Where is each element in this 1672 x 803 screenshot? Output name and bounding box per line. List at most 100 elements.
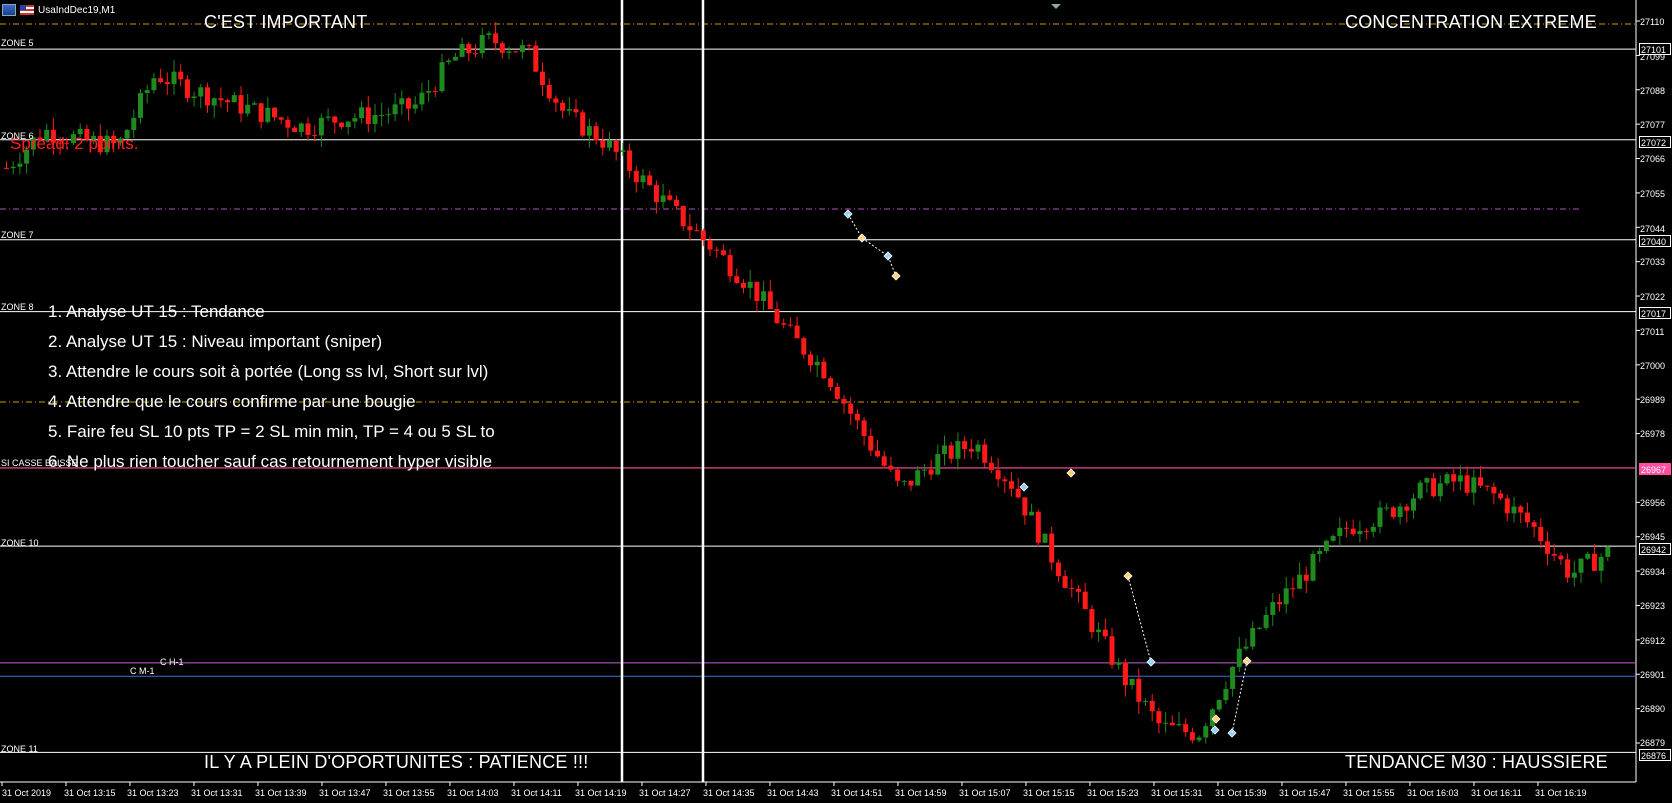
bull-candle xyxy=(915,470,921,486)
bear-candle xyxy=(848,403,854,414)
bear-candle xyxy=(513,51,519,53)
bull-candle xyxy=(660,195,666,203)
bull-candle xyxy=(325,116,331,118)
bull-candle xyxy=(1256,627,1262,629)
bear-candle xyxy=(432,90,438,92)
trade-marker xyxy=(1066,468,1076,478)
bear-candle xyxy=(205,87,210,106)
bull-candle xyxy=(1417,482,1423,499)
bull-candle xyxy=(198,87,204,97)
bear-candle xyxy=(1545,541,1550,554)
bear-candle xyxy=(1551,553,1557,556)
bear-candle xyxy=(1076,588,1081,592)
time-tick: 31 Oct 15:39 xyxy=(1215,788,1267,798)
time-tick: 31 Oct 16:11 xyxy=(1471,788,1522,798)
price-tick: 26879 xyxy=(1640,738,1666,748)
bear-candle xyxy=(767,291,773,310)
time-tick: 31 Oct 13:15 xyxy=(64,788,116,798)
bull-candle xyxy=(1397,506,1403,518)
bear-candle xyxy=(841,398,847,404)
price-box-zone11: 26876 xyxy=(1639,749,1671,761)
bull-candle xyxy=(1384,507,1390,509)
trade-link xyxy=(847,213,897,277)
bear-candle xyxy=(1049,533,1055,563)
bull-candle xyxy=(1444,474,1450,484)
bear-candle xyxy=(727,255,733,277)
bull-candle xyxy=(1096,629,1102,633)
bear-candle xyxy=(225,100,231,103)
symbol-title: UsaIndDec19,M1 xyxy=(38,4,116,16)
bear-candle xyxy=(928,469,934,475)
bear-candle xyxy=(593,126,599,141)
bull-candle xyxy=(1585,553,1591,559)
bull-candle xyxy=(901,480,907,482)
bear-candle xyxy=(1364,531,1370,533)
time-tick: 31 Oct 15:55 xyxy=(1343,788,1395,798)
bull-candle xyxy=(640,175,646,183)
bull-candle xyxy=(298,123,304,132)
bear-candle xyxy=(1109,636,1115,665)
bear-candle xyxy=(540,71,545,85)
scroll-marker xyxy=(1051,4,1061,9)
bear-candle xyxy=(1451,474,1457,482)
bull-candle xyxy=(607,140,612,148)
time-tick: 31 Oct 14:51 xyxy=(831,788,883,798)
bear-candle xyxy=(888,465,894,470)
bear-candle xyxy=(1189,732,1195,741)
bear-candle xyxy=(1565,559,1571,578)
step-item: 5. Faire feu SL 10 pts TP = 2 SL min min… xyxy=(48,422,495,441)
bear-candle xyxy=(627,150,633,171)
bull-candle xyxy=(452,56,458,61)
bear-candle xyxy=(1390,507,1396,518)
bull-candle xyxy=(620,150,626,152)
bear-candle xyxy=(1015,488,1021,498)
time-tick: 31 Oct 15:31 xyxy=(1151,788,1203,798)
bear-candle xyxy=(178,71,184,80)
price-box-casse: 26967 xyxy=(1639,463,1671,475)
bull-candle xyxy=(1323,540,1329,552)
price-tick: 27088 xyxy=(1640,86,1666,96)
bull-candle xyxy=(975,444,981,452)
bear-candle xyxy=(694,230,700,232)
bull-candle xyxy=(1029,511,1035,516)
trading-steps: 1. Analyse UT 15 : Tendance 2. Analyse U… xyxy=(48,301,545,481)
bear-candle xyxy=(560,102,566,111)
chart-title-bar: UsaIndDec19,M1 xyxy=(2,4,115,16)
time-tick: 31 Oct 13:47 xyxy=(319,788,371,798)
bull-candle xyxy=(385,114,391,116)
bull-candle xyxy=(566,109,572,111)
bull-candle xyxy=(1116,662,1122,665)
bear-candle xyxy=(339,122,344,128)
bull-candle xyxy=(1457,475,1463,482)
bear-candle xyxy=(158,78,164,83)
bear-candle xyxy=(1136,678,1142,702)
bear-candle xyxy=(854,413,860,421)
time-tick: 31 Oct 14:59 xyxy=(895,788,947,798)
bear-candle xyxy=(707,240,713,250)
bull-candle xyxy=(1196,737,1202,741)
price-tick: 27000 xyxy=(1640,361,1666,371)
bear-candle xyxy=(781,323,787,325)
bear-candle xyxy=(1002,479,1008,482)
time-tick: 31 Oct 15:47 xyxy=(1279,788,1331,798)
trade-marker xyxy=(857,233,867,243)
price-tick: 27011 xyxy=(1640,327,1665,337)
price-tick: 27033 xyxy=(1640,257,1666,267)
bull-candle xyxy=(1605,546,1611,557)
bear-candle xyxy=(982,444,988,463)
bear-candle xyxy=(794,325,800,339)
step-item: 6. Ne plus rien toucher sauf cas retourn… xyxy=(48,452,493,471)
bear-candle xyxy=(499,43,505,53)
label-patience: IL Y A PLEIN D'OPORTUNITES : PATIENCE !!… xyxy=(204,752,589,772)
bear-candle xyxy=(292,127,298,132)
step-item: 1. Analyse UT 15 : Tendance xyxy=(48,302,265,321)
bear-candle xyxy=(466,44,472,54)
bull-candle xyxy=(1203,726,1209,738)
price-tick: 27055 xyxy=(1640,189,1666,199)
price-box-zone7: 27040 xyxy=(1639,235,1671,247)
bull-candle xyxy=(1571,572,1577,578)
time-tick: 31 Oct 16:03 xyxy=(1407,788,1459,798)
bear-candle xyxy=(714,249,720,251)
bear-candle xyxy=(1277,602,1282,605)
bear-candle xyxy=(1591,553,1597,571)
